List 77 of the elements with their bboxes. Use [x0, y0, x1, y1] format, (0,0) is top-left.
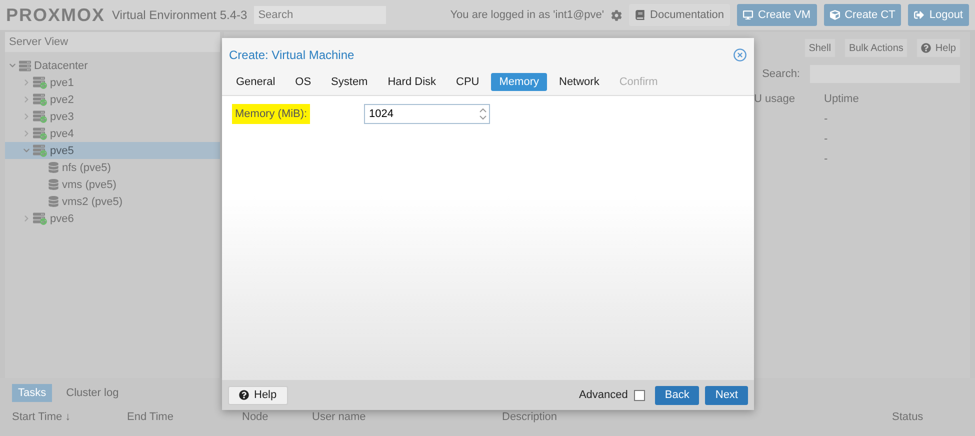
header-button[interactable]: Create CT	[824, 4, 902, 26]
search-label: Search:	[762, 68, 800, 80]
column-header[interactable]: End Time	[127, 411, 174, 423]
dialog-tab[interactable]: Network	[551, 73, 608, 91]
chevron-right-icon[interactable]	[23, 130, 30, 137]
header-button[interactable]: Create VM	[737, 4, 817, 26]
table-cell-text: -	[824, 113, 829, 125]
column-header[interactable]: U usage	[754, 93, 824, 105]
help-button[interactable]: Help	[917, 39, 960, 57]
server-check-icon	[33, 144, 47, 157]
product-version: Virtual Environment 5.4-3	[112, 8, 248, 22]
chevron-right-icon[interactable]	[23, 96, 30, 103]
dialog-tab[interactable]: System	[323, 73, 376, 91]
tree-item[interactable]: pve5	[5, 142, 220, 159]
server-check-icon	[33, 76, 47, 89]
search-field[interactable]: Search	[254, 6, 386, 24]
column-header[interactable]: Node	[242, 411, 268, 423]
chevron-right-icon[interactable]	[23, 215, 30, 222]
help-icon	[921, 43, 932, 53]
storage-icon	[48, 179, 59, 190]
next-button[interactable]: Next	[705, 386, 748, 404]
tree-item[interactable]: nfs (pve5)	[5, 159, 220, 176]
help-button[interactable]: Help	[228, 386, 288, 404]
view-selector[interactable]: Server View	[5, 32, 220, 52]
book-icon	[635, 10, 646, 20]
dialog-tab[interactable]: Hard Disk	[380, 73, 444, 91]
settings-icon[interactable]	[611, 10, 622, 20]
cube-icon	[830, 10, 840, 20]
server-check-icon	[33, 93, 47, 106]
table-cell-text: -	[824, 153, 829, 165]
tree-item[interactable]: Datacenter	[5, 57, 220, 74]
login-text: You are logged in as 'int1@pve'	[450, 9, 604, 21]
tree-item[interactable]: pve3	[5, 108, 220, 125]
tree-item[interactable]: vms2 (pve5)	[5, 193, 220, 210]
chevron-down-icon[interactable]	[9, 62, 16, 69]
server-rack-icon	[19, 60, 31, 72]
advanced-label: Advanced	[578, 389, 628, 401]
tree-item[interactable]: pve1	[5, 74, 220, 91]
close-icon[interactable]	[733, 48, 747, 62]
server-check-icon	[33, 212, 47, 225]
toolbar-button[interactable]: Bulk Actions	[844, 39, 908, 57]
memory-spinner-field[interactable]: 1024	[364, 104, 490, 124]
toolbar-button[interactable]: Shell	[804, 39, 835, 57]
panel-tab[interactable]: Cluster log	[60, 384, 125, 402]
tree-item[interactable]: pve2	[5, 91, 220, 108]
dialog-tab[interactable]: CPU	[448, 73, 488, 91]
help-icon	[239, 390, 249, 400]
logo: PROXMOX	[6, 4, 106, 26]
column-header[interactable]: Start Time ↓	[12, 411, 71, 423]
dialog-tab[interactable]: OS	[287, 73, 320, 91]
advanced-checkbox[interactable]	[634, 390, 645, 400]
table-cell-text: -	[824, 133, 829, 145]
exit-icon	[914, 10, 924, 20]
chevron-down-icon[interactable]	[23, 147, 30, 154]
tree-item[interactable]: pve6	[5, 210, 220, 227]
monitor-icon	[743, 10, 754, 20]
spinner-arrows-icon[interactable]	[479, 108, 487, 120]
dialog-title: Create: Virtual Machine	[229, 48, 354, 62]
chevron-right-icon[interactable]	[23, 113, 30, 120]
server-check-icon	[33, 110, 47, 123]
field-label: Memory (MiB):	[232, 104, 310, 124]
column-header[interactable]: Status	[892, 411, 924, 423]
storage-icon	[48, 196, 59, 207]
header-button[interactable]: Documentation	[629, 4, 730, 26]
back-button[interactable]: Back	[654, 386, 700, 404]
tree-item[interactable]: pve4	[5, 125, 220, 142]
column-header[interactable]: Uptime	[824, 93, 894, 105]
column-header[interactable]: User name	[312, 411, 366, 423]
server-check-icon	[33, 127, 47, 140]
dialog-tab[interactable]: Memory	[491, 73, 547, 91]
dialog-tab[interactable]: General	[228, 73, 284, 91]
header-button[interactable]: Logout	[908, 4, 969, 26]
tree-item[interactable]: vms (pve5)	[5, 176, 220, 193]
chevron-right-icon[interactable]	[23, 79, 30, 86]
panel-tab[interactable]: Tasks	[12, 384, 52, 402]
column-header[interactable]: Description	[502, 411, 558, 423]
storage-icon	[48, 162, 59, 173]
